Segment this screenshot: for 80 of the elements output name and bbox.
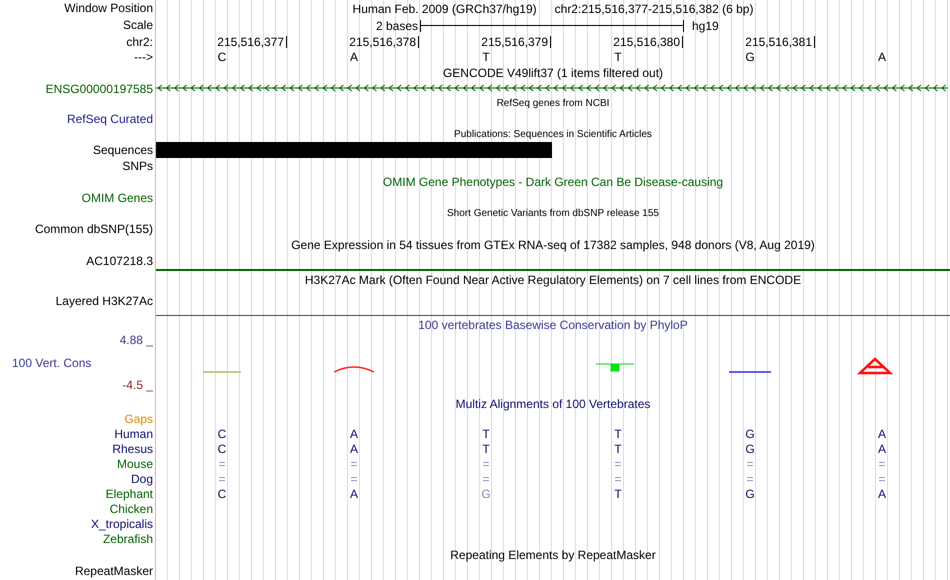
track-title: Repeating Elements by RepeatMasker bbox=[450, 548, 656, 562]
track-label[interactable]: OMIM Genes bbox=[82, 192, 153, 204]
assembly-title: Human Feb. 2009 (GRCh37/hg19) bbox=[352, 2, 537, 16]
aligned-base: G bbox=[481, 488, 491, 501]
row-label: Scale bbox=[122, 19, 153, 32]
aligned-base: A bbox=[350, 488, 358, 501]
scale-assembly: hg19 bbox=[691, 18, 719, 32]
aligned-base: = bbox=[746, 458, 754, 471]
species-label[interactable]: Elephant bbox=[106, 488, 153, 501]
aligned-base: = bbox=[350, 458, 358, 471]
aligned-base: = bbox=[878, 458, 886, 471]
track-label[interactable]: Layered H3K27Ac bbox=[56, 295, 153, 308]
base-letter: A bbox=[350, 51, 358, 64]
row-label: chr2: bbox=[126, 36, 153, 48]
aligned-base: C bbox=[218, 443, 226, 456]
aligned-base: A bbox=[350, 428, 358, 441]
track-title: OMIM Gene Phenotypes - Dark Green Can Be Disease-causing bbox=[382, 175, 724, 189]
axis-max-label: 4.88 _ bbox=[120, 334, 153, 347]
aligned-base: T bbox=[482, 428, 490, 441]
position-range: chr2:215,516,377-215,516,382 (6 bp) bbox=[554, 2, 754, 16]
aligned-base: = bbox=[482, 473, 490, 486]
base-letter: T bbox=[614, 51, 622, 64]
coordinate-label: 215,516,381 bbox=[745, 36, 815, 48]
aligned-base: A bbox=[878, 488, 886, 501]
species-label[interactable]: Rhesus bbox=[112, 443, 153, 456]
aligned-base: = bbox=[350, 473, 358, 486]
row-label: Window Position bbox=[64, 2, 153, 15]
aligned-base: T bbox=[614, 488, 622, 501]
coordinate-label: 215,516,380 bbox=[613, 36, 683, 48]
track-title: GENCODE V49lift37 (1 items filtered out) bbox=[442, 66, 664, 80]
aligned-base: C bbox=[218, 428, 226, 441]
aligned-base: T bbox=[482, 443, 490, 456]
aligned-base: T bbox=[614, 443, 622, 456]
track-label[interactable]: Common dbSNP(155) bbox=[34, 222, 153, 236]
track-title: Multiz Alignments of 100 Vertebrates bbox=[456, 397, 650, 411]
base-letter: A bbox=[878, 51, 886, 64]
track-title: H3K27Ac Mark (Often Found Near Active Regulatory Elements) on 7 cell lines from ENCODE bbox=[304, 273, 802, 287]
aligned-base: G bbox=[745, 428, 755, 441]
track-title: Publications: Sequences in Scientific Articles bbox=[454, 128, 652, 142]
aligned-base: = bbox=[878, 473, 886, 486]
species-label[interactable]: Chicken bbox=[110, 503, 153, 516]
base-letter: G bbox=[745, 51, 755, 64]
aligned-base: A bbox=[878, 428, 886, 441]
coordinate-label: 215,516,377 bbox=[217, 36, 287, 48]
track-label[interactable]: 100 Vert. Cons bbox=[12, 356, 92, 370]
coordinate-label: 215,516,378 bbox=[349, 36, 419, 48]
aligned-base: T bbox=[614, 428, 622, 441]
aligned-base: = bbox=[614, 458, 622, 471]
track-title: Short Genetic Variants from dbSNP release 155 bbox=[447, 206, 659, 220]
aligned-base: A bbox=[878, 443, 886, 456]
row-label: ---> bbox=[134, 51, 153, 64]
base-letter: C bbox=[218, 51, 226, 64]
track-label[interactable]: RepeatMasker bbox=[74, 564, 153, 578]
gene-strand-line[interactable] bbox=[156, 84, 948, 92]
aligned-base: = bbox=[614, 473, 622, 486]
coordinate-label: 215,516,379 bbox=[481, 36, 551, 48]
track-label[interactable]: SNPs bbox=[122, 160, 153, 172]
track-label[interactable]: AC107218.3 bbox=[86, 254, 153, 268]
species-label[interactable]: Mouse bbox=[116, 458, 153, 471]
species-label[interactable]: Human bbox=[114, 428, 153, 441]
track-title: 100 vertebrates Basewise Conservation by PhyloP bbox=[418, 318, 688, 332]
species-label[interactable]: Zebrafish bbox=[102, 533, 153, 546]
aligned-base: = bbox=[218, 473, 226, 486]
aligned-base: G bbox=[745, 488, 755, 501]
track-label[interactable]: RefSeq Curated bbox=[66, 112, 153, 126]
track-label[interactable]: ENSG00000197585 bbox=[46, 83, 153, 96]
aligned-base: = bbox=[482, 458, 490, 471]
aligned-base: G bbox=[745, 443, 755, 456]
aligned-base: = bbox=[746, 473, 754, 486]
aligned-base: = bbox=[218, 458, 226, 471]
track-title: RefSeq genes from NCBI bbox=[496, 96, 610, 110]
species-label[interactable]: X_tropicalis bbox=[90, 518, 153, 531]
species-label[interactable]: Dog bbox=[130, 473, 153, 486]
track-label[interactable]: Sequences bbox=[92, 144, 153, 156]
axis-min-label: -4.5 _ bbox=[122, 379, 153, 392]
track-title: Gene Expression in 54 tissues from GTEx RNA-seq of 17382 samples, 948 donors (V8, Aug 2019) bbox=[291, 238, 815, 252]
base-letter: T bbox=[482, 51, 490, 64]
aligned-base: C bbox=[218, 488, 226, 501]
scale-label: 2 bases bbox=[376, 18, 419, 32]
aligned-base: A bbox=[350, 443, 358, 456]
